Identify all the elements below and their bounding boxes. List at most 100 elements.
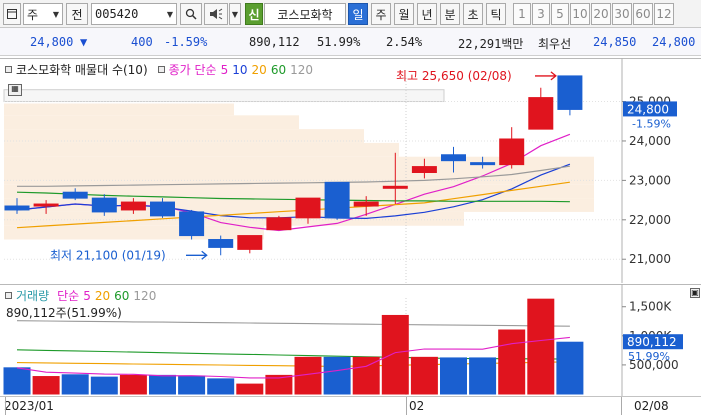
number-tab[interactable]: 30 (612, 3, 632, 25)
volume-bar (527, 298, 555, 395)
volume-ma-period: 20 (94, 288, 111, 303)
volume-legend: 거래량 단순 5 20 60 120 (5, 287, 156, 304)
price-ma-period: 60 (270, 62, 287, 77)
stock-name-field: 코스모화학 (264, 3, 346, 25)
chevron-down-icon: ▼ (166, 9, 173, 19)
candle-body (382, 185, 408, 189)
candle-body (324, 181, 350, 219)
candle-body (266, 217, 292, 231)
candle-body (441, 154, 466, 162)
toolbar: 주 ▼ 전 005420 ▼ ▼ 신 코스모화학 일 주 월 년 분 초 틱 1 3 5 10 20 3… (0, 0, 701, 28)
number-tab[interactable]: 1 (513, 3, 531, 25)
quote-bar: 24,800 ▼ 400 -1.59% 890,112 51.99% 2.54%… (0, 28, 701, 56)
date-divider (406, 397, 407, 415)
volume-bar (178, 375, 206, 395)
date-axis: 2023/01 02 02/08 (0, 396, 701, 415)
sin-badge-label: 신 (248, 7, 260, 22)
price-chart[interactable]: 최고 25,650 (02/08)최저 21,100 (01/19)25,000… (0, 58, 701, 283)
search-button[interactable] (180, 3, 202, 25)
number-tab[interactable]: 3 (532, 3, 550, 25)
turnover-pct: 51.99% (317, 35, 361, 49)
interval-tab[interactable]: 일 (348, 3, 368, 25)
date-label: 02 (409, 399, 425, 413)
candle-body (528, 97, 554, 130)
legend-marker (5, 292, 12, 299)
period-select-label: 주 (27, 7, 39, 22)
number-tab[interactable]: 60 (633, 3, 653, 25)
sound-dropdown[interactable]: ▼ (229, 3, 241, 25)
price-ma-period: 20 (251, 62, 267, 77)
sin-badge[interactable]: 신 (245, 3, 263, 25)
candle-body (150, 201, 175, 217)
volume-bar (119, 374, 147, 395)
chevron-down-icon: ▼ (52, 9, 59, 19)
price-change: 400 (131, 35, 153, 49)
volume-bar (149, 374, 176, 395)
period-select[interactable]: 주 ▼ (23, 3, 63, 25)
table-icon[interactable]: ▦ (8, 84, 22, 96)
y-tick-label: 24,000 (629, 134, 671, 148)
best-ask-label: 최우선 (538, 37, 572, 51)
interval-tab[interactable]: 년 (417, 3, 437, 25)
price-change-pct: -1.59% (164, 35, 208, 49)
prev-button[interactable]: 전 (66, 3, 88, 25)
number-tab[interactable]: 20 (591, 3, 611, 25)
candle-body (353, 201, 379, 207)
stock-name: 코스모화학 (277, 7, 333, 22)
candle-body (120, 201, 146, 211)
window-icon[interactable] (3, 3, 21, 25)
volume-ma-label: 단순 (57, 289, 80, 303)
number-tab[interactable]: 10 (570, 3, 590, 25)
current-price: 24,800 (30, 35, 74, 49)
search-icon (185, 8, 197, 20)
stock-code-value: 005420 (95, 7, 139, 21)
y-tick-label: 1,500K (629, 300, 672, 314)
stock-code-input[interactable]: 005420 ▼ (91, 3, 177, 25)
volume-ma-period: 5 (83, 288, 91, 303)
number-tab[interactable]: 12 (654, 3, 674, 25)
best-bid-price: 24,800 (652, 35, 696, 49)
candle-body (499, 138, 525, 166)
current-volume-tag-text: 890,112 (627, 335, 677, 349)
candle-body (33, 203, 59, 207)
price-legend: 코스모화학 매물대 수(10) 종가 단순 5 10 20 60 120 (5, 61, 313, 78)
volume-ma-period: 120 (133, 288, 157, 303)
price-ma-label: 종가 단순 (168, 63, 217, 77)
volume-profile-band (3, 89, 445, 103)
legend-marker (5, 66, 12, 73)
volume-bar (440, 357, 467, 395)
candle-body (411, 166, 437, 174)
maximize-icon[interactable]: ▣ (690, 288, 700, 298)
candle-body (91, 197, 117, 213)
volume-profile-band (4, 115, 299, 130)
volume-bar (90, 376, 118, 395)
interval-tab[interactable]: 월 (394, 3, 414, 25)
volume-bar (323, 356, 351, 395)
price-legend-title: 코스모화학 매물대 수(10) (16, 63, 148, 77)
volume-legend-title: 거래량 (16, 289, 50, 303)
interval-tab[interactable]: 분 (440, 3, 460, 25)
sound-button[interactable] (204, 3, 228, 25)
interval-tab[interactable]: 주 (371, 3, 391, 25)
candle-body (179, 211, 205, 237)
best-ask-price: 24,850 (593, 35, 637, 49)
current-pct-tag-text: -1.59% (632, 117, 671, 130)
chevron-down-icon: ▼ (231, 9, 239, 19)
candle-body (208, 239, 234, 248)
window-icon-glyph (7, 9, 17, 19)
current-price-tag-text: 24,800 (627, 102, 669, 116)
volume-bar (207, 378, 235, 395)
date-label: 02/08 (634, 399, 669, 413)
date-divider (5, 397, 6, 415)
low-annotation: 최저 21,100 (01/19) (50, 248, 166, 262)
volume-chart-panel[interactable]: 1,500K1,000K500,000890,11251.99% 거래량 단순 … (0, 284, 701, 396)
volume-profile-band (4, 170, 594, 185)
price-chart-panel[interactable]: 최고 25,650 (02/08)최저 21,100 (01/19)25,000… (0, 58, 701, 283)
price-ma-period: 5 (220, 62, 229, 77)
interval-tab[interactable]: 틱 (486, 3, 506, 25)
volume-profile-band (4, 142, 399, 157)
number-tab[interactable]: 5 (551, 3, 569, 25)
volume-bar (498, 329, 526, 395)
interval-tab[interactable]: 초 (463, 3, 483, 25)
volume-bar (352, 356, 380, 395)
